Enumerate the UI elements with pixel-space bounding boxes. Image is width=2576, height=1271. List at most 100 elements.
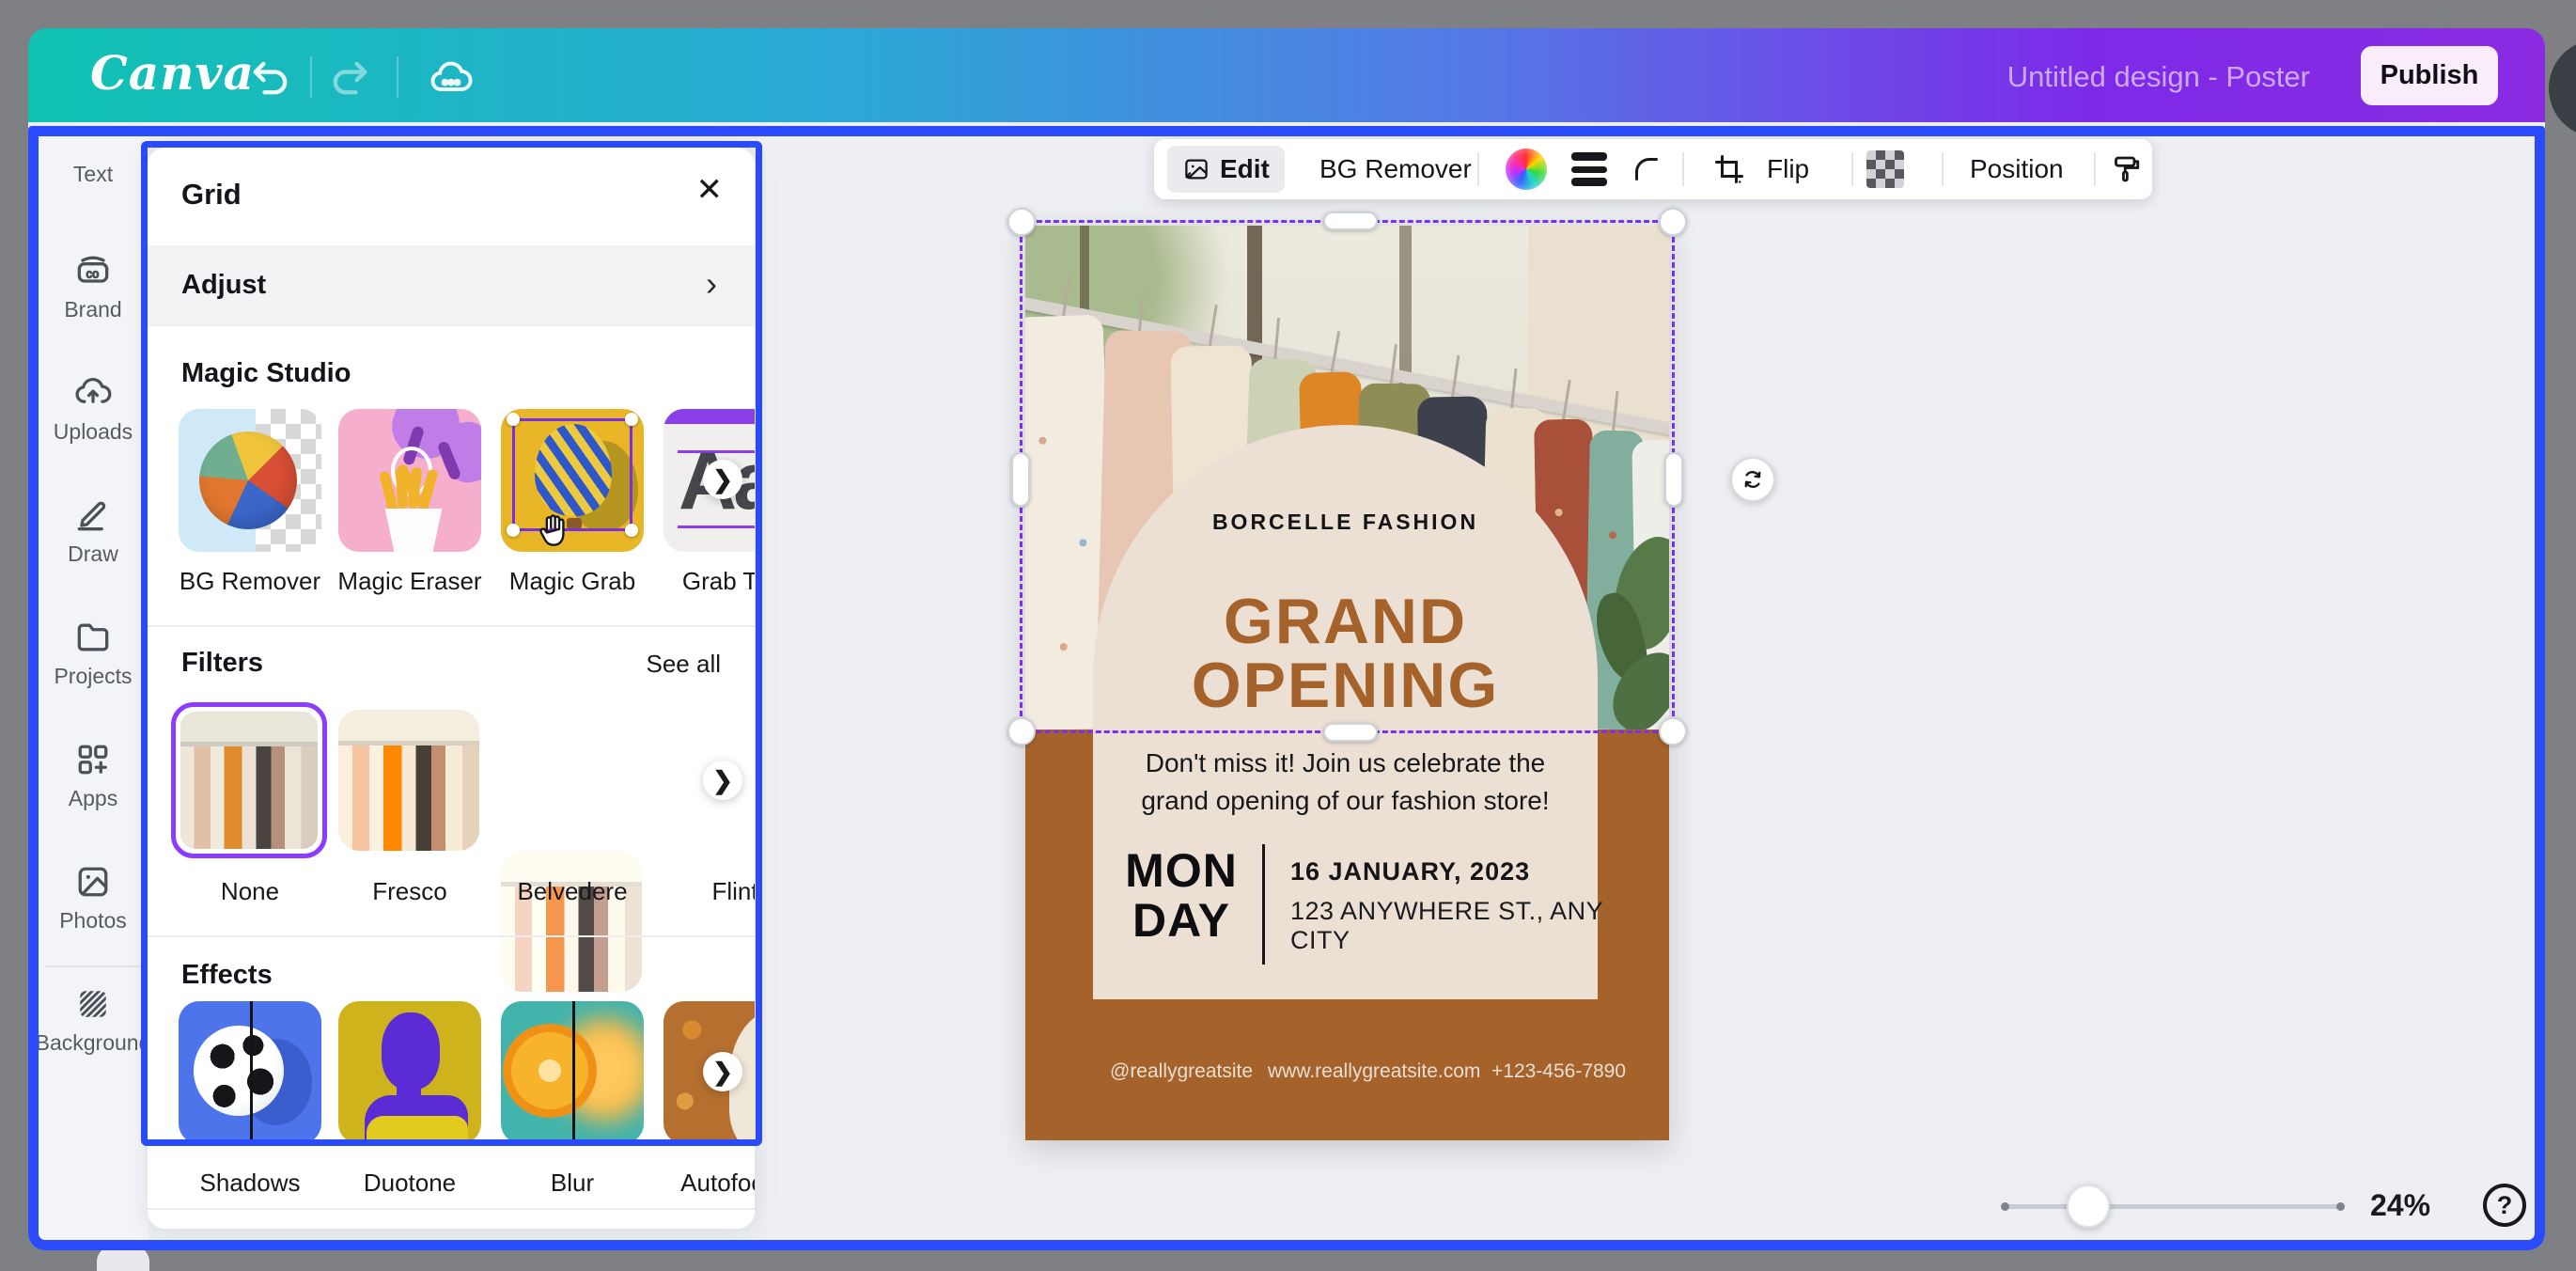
undo-icon[interactable] (246, 53, 295, 102)
poster-title-line1[interactable]: GRAND (1093, 585, 1598, 658)
sidebar-item-label: Apps (69, 786, 117, 811)
filters-heading: Filters (181, 648, 263, 679)
magic-tile-magic-grab[interactable] (501, 409, 644, 552)
sidebar: Text co Brand Uploads Draw Projects (38, 135, 148, 1241)
edit-photo-icon (1182, 155, 1210, 183)
zoom-slider-thumb[interactable] (2067, 1185, 2110, 1228)
poster-footer-handle[interactable]: @reallygreatsite (1110, 1060, 1253, 1083)
sidebar-item-uploads[interactable]: Uploads (38, 372, 148, 445)
poster-footer-site[interactable]: www.reallygreatsite.com (1268, 1060, 1480, 1083)
background-stripes-icon (72, 983, 114, 1025)
poster-design[interactable]: BORCELLE FASHION GRAND OPENING Don't mis… (1025, 226, 1669, 1140)
crop-icon[interactable] (1710, 150, 1748, 188)
tile-label: Grab Text (654, 567, 755, 596)
design-title[interactable]: Untitled design - Poster (2007, 60, 2310, 94)
sidebar-loading-placeholder (97, 1247, 149, 1271)
toolbar-divider (1942, 152, 1944, 186)
publish-button[interactable]: Publish (2361, 46, 2498, 105)
handle-dot (625, 524, 638, 537)
upload-cloud-icon (72, 372, 114, 414)
flip-button[interactable]: Flip (1767, 154, 1809, 184)
tile-label: Magic Eraser (329, 567, 491, 596)
filter-tile-none-selected[interactable] (171, 702, 327, 858)
topbar-divider (397, 56, 398, 98)
handle-dot (507, 413, 520, 426)
effect-tile-blur[interactable] (501, 1001, 644, 1144)
poster-day-line1: MON (1116, 846, 1247, 896)
resize-handle-se[interactable] (1659, 717, 1687, 745)
adjust-label: Adjust (181, 270, 266, 301)
effect-tile-duotone[interactable] (338, 1001, 481, 1144)
grab-cursor-icon (535, 510, 576, 552)
canva-logo[interactable]: Canva (90, 45, 255, 101)
poster-body-text[interactable]: Don't miss it! Join us celebrate the gra… (1093, 745, 1598, 820)
carousel-next-icon[interactable]: ❯ (703, 1052, 742, 1091)
sidebar-item-projects[interactable]: Projects (38, 617, 148, 689)
paint-roller-icon[interactable] (2107, 150, 2145, 188)
magic-tile-bg-remover[interactable] (179, 409, 321, 552)
element-toolbar: Edit BG Remover Flip Position (1154, 139, 2152, 199)
toolbar-divider (1477, 152, 1479, 186)
tile-label: Shadows (169, 1169, 331, 1198)
filters-see-all-link[interactable]: See all (647, 650, 722, 679)
resize-handle-top[interactable] (1323, 212, 1378, 230)
help-button[interactable]: ? (2483, 1184, 2526, 1227)
sidebar-item-background[interactable]: Background (38, 983, 148, 1056)
poster-body-line1: Don't miss it! Join us celebrate the (1093, 745, 1598, 782)
handle-dot (507, 524, 520, 537)
poster-date-text[interactable]: 16 JANUARY, 2023 (1290, 857, 1530, 887)
poster-address-text[interactable]: 123 ANYWHERE ST., ANY CITY (1290, 897, 1669, 955)
edit-button[interactable]: Edit (1167, 146, 1285, 193)
resize-handle-bottom[interactable] (1323, 723, 1378, 742)
magic-studio-heading: Magic Studio (181, 358, 351, 389)
magic-tile-magic-eraser[interactable] (338, 409, 481, 552)
poster-footer-phone[interactable]: +123-456-7890 (1491, 1060, 1626, 1083)
brand-icon: co (72, 250, 114, 291)
zoom-slider-track[interactable] (2005, 1204, 2341, 1209)
color-wheel-icon[interactable] (1506, 149, 1547, 190)
levels-icon[interactable] (1571, 152, 1607, 186)
filter-tile-fresco[interactable] (338, 710, 479, 851)
position-button[interactable]: Position (1970, 154, 2064, 184)
resize-handle-sw[interactable] (1007, 717, 1036, 745)
handle-dot (625, 413, 638, 426)
filter-tile-belvedere[interactable] (501, 851, 642, 992)
sidebar-item-brand[interactable]: co Brand (38, 250, 148, 322)
resize-handle-left[interactable] (1011, 452, 1030, 507)
sidebar-item-label: Background (36, 1030, 151, 1056)
filter-thumb-none (180, 712, 318, 849)
transparency-icon[interactable] (1866, 150, 1904, 188)
zoom-percentage[interactable]: 24% (2370, 1188, 2430, 1223)
redo-icon[interactable] (325, 53, 374, 102)
bg-remover-button[interactable]: BG Remover (1319, 154, 1472, 184)
cloud-sync-icon[interactable] (427, 53, 476, 102)
resize-handle-ne[interactable] (1659, 208, 1687, 236)
panel-divider (148, 625, 755, 627)
panel-divider (148, 935, 755, 937)
carousel-next-icon[interactable]: ❯ (703, 761, 742, 800)
tile-label: Belvedere (492, 877, 653, 906)
rotate-handle[interactable] (1730, 457, 1775, 502)
poster-divider-line (1262, 844, 1265, 965)
sidebar-item-draw[interactable]: Draw (38, 494, 148, 567)
close-icon[interactable]: ✕ (696, 174, 724, 206)
sidebar-item-apps[interactable]: Apps (38, 739, 148, 811)
sidebar-item-label: Photos (59, 908, 127, 934)
carousel-next-icon[interactable]: ❯ (703, 460, 742, 499)
adjust-row[interactable]: Adjust › (148, 245, 755, 324)
curve-icon[interactable] (1628, 150, 1665, 188)
poster-day-line2: DAY (1116, 896, 1247, 946)
folder-icon (72, 617, 114, 658)
toolbar-divider (1682, 152, 1684, 186)
poster-title-line2[interactable]: OPENING (1093, 649, 1598, 722)
sidebar-item-photos[interactable]: Photos (38, 861, 148, 934)
resize-handle-nw[interactable] (1007, 208, 1036, 236)
poster-day-text[interactable]: MON DAY (1116, 846, 1247, 945)
resize-handle-right[interactable] (1664, 452, 1683, 507)
poster-brand-text[interactable]: BORCELLE FASHION (1093, 510, 1598, 535)
effect-tile-shadows[interactable] (179, 1001, 321, 1144)
edit-label: Edit (1220, 154, 1270, 184)
sidebar-item-text[interactable]: Text (38, 162, 148, 187)
toolbar-divider (1851, 152, 1853, 186)
tile-label: None (169, 877, 331, 906)
